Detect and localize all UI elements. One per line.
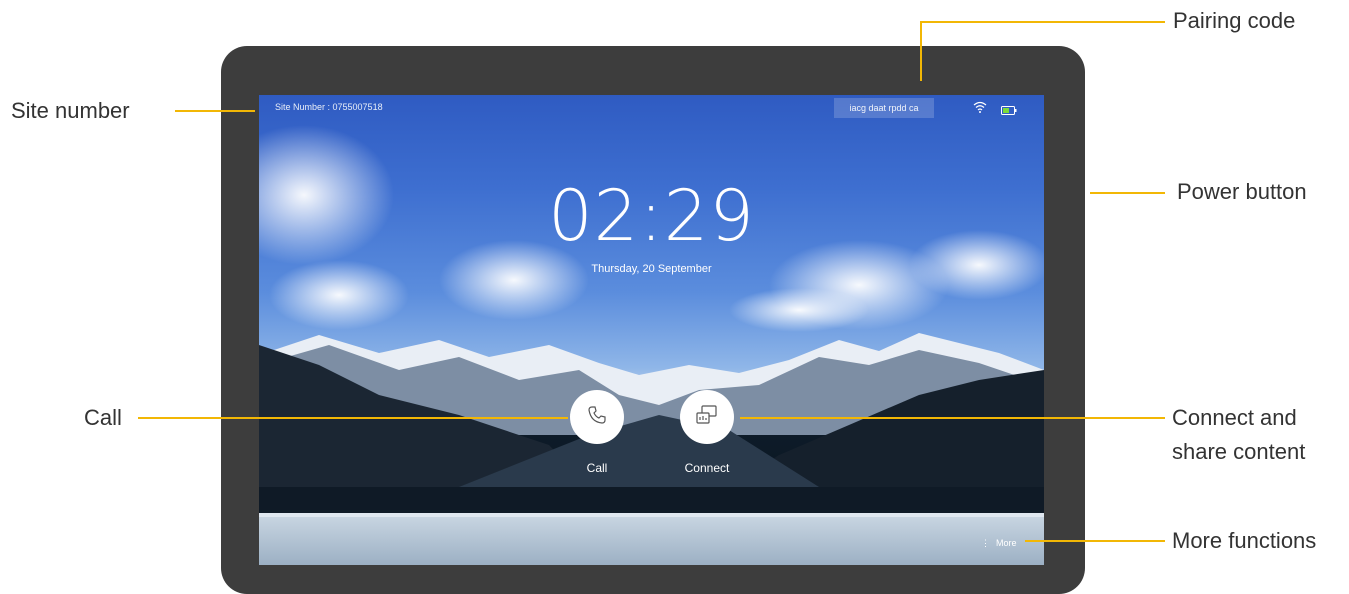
annotation-pairing-code: Pairing code: [1173, 8, 1296, 33]
annotation-site-number: Site number: [11, 98, 130, 123]
annotation-call: Call: [84, 405, 122, 430]
annotation-connect-line2: share content: [1172, 439, 1306, 464]
more-button[interactable]: ⋮ More: [981, 538, 1017, 549]
vertical-dots-icon: ⋮: [981, 538, 990, 548]
connect-label: Connect: [684, 461, 730, 475]
annotation-line-more-functions: [1025, 540, 1165, 542]
phone-icon: [587, 405, 607, 430]
call-button[interactable]: [570, 390, 624, 444]
share-screen-icon: [696, 404, 718, 430]
annotation-connect-line1: Connect and: [1172, 405, 1297, 430]
battery-icon: [1001, 102, 1017, 120]
annotation-line-pairing-code-v: [920, 21, 922, 81]
site-number: Site Number : 0755007518: [275, 102, 383, 112]
annotation-line-call: [138, 417, 568, 419]
annotation-more-functions: More functions: [1172, 528, 1317, 553]
call-label: Call: [586, 461, 608, 475]
wifi-icon: [973, 100, 987, 118]
more-label: More: [996, 538, 1017, 548]
pairing-code: iacg daat rpdd ca: [849, 103, 919, 113]
annotation-line-pairing-code-h: [920, 21, 1165, 23]
annotation-line-connect: [740, 417, 1165, 419]
annotation-power-button: Power button: [1177, 179, 1307, 204]
pairing-code-box: iacg daat rpdd ca: [834, 98, 934, 118]
annotation-line-power-button: [1090, 192, 1165, 194]
clock-time: 02:29: [548, 175, 755, 257]
wallpaper-image: [259, 125, 1044, 565]
connect-button[interactable]: [680, 390, 734, 444]
annotation-line-site-number: [175, 110, 255, 112]
home-screen: Site Number : 0755007518 iacg daat rpdd …: [259, 95, 1044, 565]
clock-date: Thursday, 20 September: [591, 263, 712, 275]
